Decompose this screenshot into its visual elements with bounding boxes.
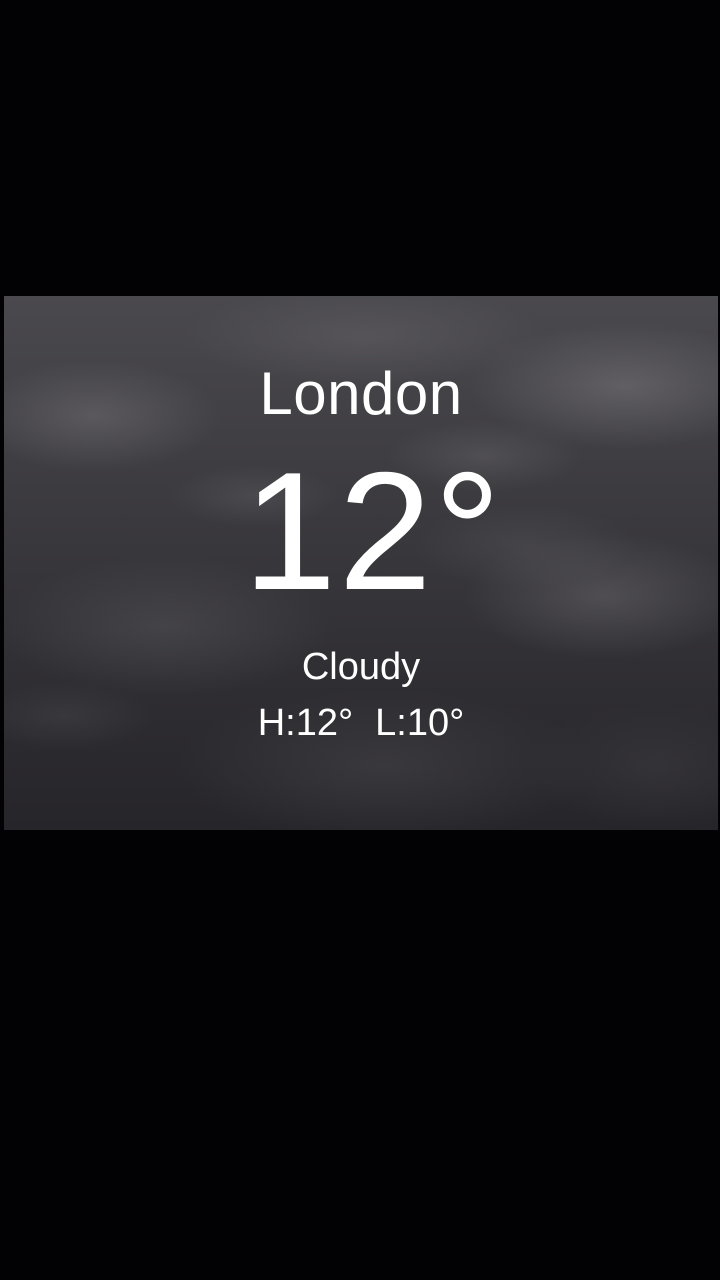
weather-condition: Cloudy — [301, 646, 421, 688]
high-low-temperatures: H:12° L:10° — [4, 700, 718, 746]
city-name: London — [259, 360, 463, 427]
weather-summary: London 12° Cloudy H:12° L:10° — [4, 296, 718, 830]
weather-card[interactable]: London 12° Cloudy H:12° L:10° — [4, 296, 718, 830]
screen: London 12° Cloudy H:12° L:10° — [0, 0, 720, 1280]
low-temperature: L:10° — [375, 702, 465, 744]
current-temperature: 12° — [242, 437, 504, 625]
high-temperature: H:12° — [257, 702, 354, 744]
